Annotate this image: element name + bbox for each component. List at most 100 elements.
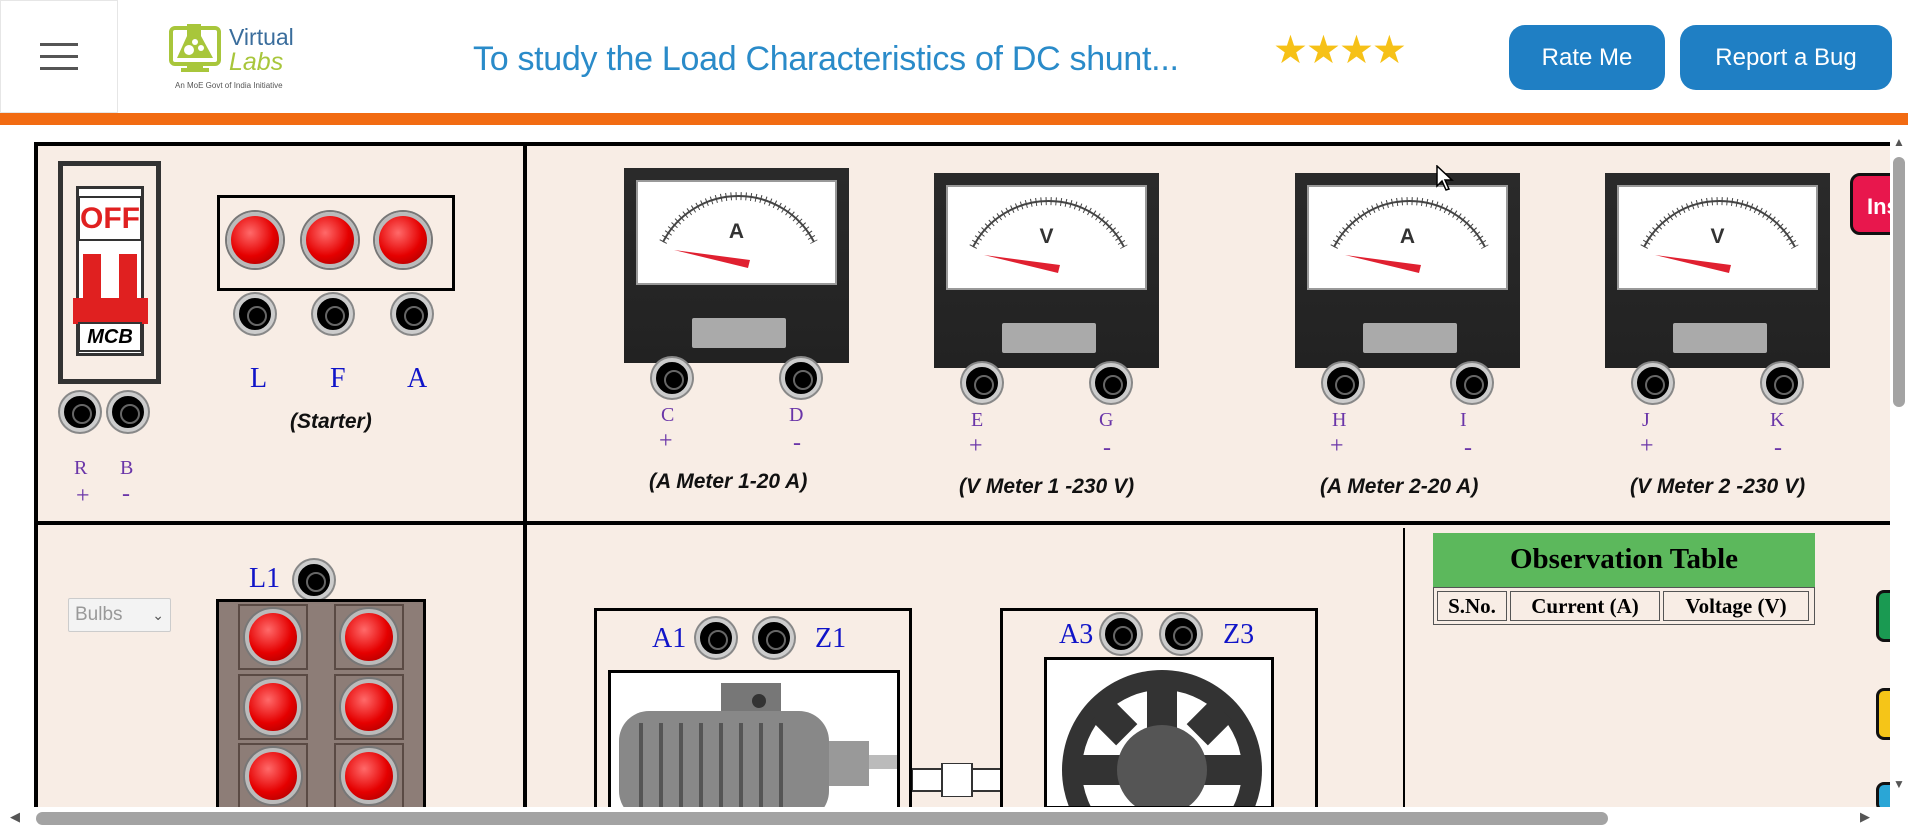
load-type-select[interactable]: Bulbs ⌄	[68, 598, 171, 632]
terminal-i[interactable]	[1452, 363, 1492, 403]
chevron-down-icon: ⌄	[152, 607, 164, 623]
terminal-a[interactable]	[392, 294, 432, 334]
star-filled-icon[interactable]: ★	[1339, 29, 1374, 72]
hamburger-menu-icon[interactable]	[0, 0, 118, 113]
terminal-label: A1	[652, 623, 687, 654]
meter-unit-label: A	[1399, 225, 1416, 248]
mcb-label: MCB	[78, 322, 142, 352]
terminal-g[interactable]	[1091, 363, 1131, 403]
mcb-lever[interactable]	[83, 254, 101, 304]
scroll-down-arrow-icon[interactable]: ▼	[1893, 777, 1905, 791]
terminal-l1[interactable]	[294, 560, 334, 600]
scroll-left-arrow-icon[interactable]: ◀	[10, 809, 20, 825]
terminal-sign: -	[1103, 435, 1111, 461]
meter-caption: (V Meter 2 -230 V)	[1630, 475, 1806, 498]
logo-tagline: An MoE Govt of India Initiative	[175, 81, 283, 90]
terminal-j[interactable]	[1633, 363, 1673, 403]
horizontal-scroll-thumb[interactable]	[36, 812, 1608, 825]
virtual-labs-logo[interactable]: Virtual Labs An MoE Govt of India Initia…	[165, 18, 305, 93]
meter-window	[1673, 323, 1767, 353]
vertical-scroll-thumb[interactable]	[1893, 157, 1905, 407]
load-bulb[interactable]	[245, 609, 301, 665]
terminal-label: E	[971, 409, 984, 431]
terminal-l[interactable]	[235, 294, 275, 334]
load-bulb[interactable]	[245, 679, 301, 735]
load-type-value: Bulbs	[75, 604, 123, 625]
mcb-state-label[interactable]: OFF	[78, 196, 142, 241]
load-bulb[interactable]	[341, 748, 397, 804]
observation-table: Observation Table S.No. Current (A) Volt…	[1433, 533, 1815, 628]
horizontal-scrollbar[interactable]: ◀ ▶	[0, 807, 1890, 830]
starter-indicator-lamp	[227, 212, 283, 268]
terminal-sign: +	[659, 428, 673, 454]
page-title: To study the Load Characteristics of DC …	[473, 40, 1179, 78]
terminal-motor-2[interactable]	[754, 618, 794, 658]
meter-window	[692, 318, 786, 348]
meter-dial: V	[1617, 185, 1818, 290]
terminal-sign: +	[1640, 433, 1654, 459]
terminal-sign: +	[76, 483, 90, 509]
terminal-c[interactable]	[652, 358, 692, 398]
terminal-label: I	[1460, 409, 1467, 431]
top-navbar: Virtual Labs An MoE Govt of India Initia…	[0, 0, 1908, 272]
rate-me-button[interactable]: Rate Me	[1509, 25, 1665, 90]
terminal-r[interactable]	[60, 392, 100, 432]
load-bulb[interactable]	[341, 609, 397, 665]
terminal-generator-2[interactable]	[1161, 614, 1201, 654]
terminal-b[interactable]	[108, 392, 148, 432]
mcb-lever[interactable]	[119, 254, 137, 304]
report-bug-button[interactable]: Report a Bug	[1680, 25, 1892, 90]
column-header: S.No.	[1437, 591, 1507, 621]
terminal-label: J	[1642, 409, 1650, 431]
terminal-label: F	[330, 363, 346, 394]
terminal-label: B	[120, 457, 134, 479]
star-filled-icon[interactable]: ★	[1273, 29, 1308, 72]
vertical-scrollbar[interactable]: ▲ ▼	[1890, 125, 1908, 830]
starter-indicator-lamp	[302, 212, 358, 268]
logo-text-labs: Labs	[229, 48, 284, 76]
voltmeter: V	[934, 173, 1159, 368]
terminal-label: R	[74, 457, 88, 479]
load-bulb[interactable]	[245, 748, 301, 804]
column-header: Current (A)	[1510, 591, 1660, 621]
terminal-h[interactable]	[1323, 363, 1363, 403]
terminal-f[interactable]	[313, 294, 353, 334]
mcb-lever-base	[73, 298, 148, 324]
terminal-label: Z3	[1223, 619, 1255, 650]
panel-divider	[1403, 528, 1405, 808]
terminal-label: Z1	[815, 623, 847, 654]
terminal-label: H	[1332, 409, 1347, 431]
star-filled-icon[interactable]: ★	[1372, 29, 1407, 72]
terminal-d[interactable]	[781, 358, 821, 398]
terminal-label: G	[1099, 409, 1114, 431]
meter-dial: A	[1307, 185, 1508, 290]
terminal-label: A	[407, 363, 428, 394]
orange-divider	[0, 113, 1908, 125]
starter-caption: (Starter)	[290, 410, 372, 433]
terminal-a1[interactable]	[696, 618, 736, 658]
meter-caption: (A Meter 1-20 A)	[649, 470, 808, 493]
rating-stars[interactable]: ★★★★☆	[1273, 29, 1415, 272]
column-header: Voltage (V)	[1663, 591, 1809, 621]
terminal-sign: -	[1774, 435, 1782, 461]
star-filled-icon[interactable]: ★	[1306, 29, 1341, 72]
terminal-a3[interactable]	[1101, 614, 1141, 654]
terminal-label: K	[1770, 409, 1785, 431]
observation-table-header-row: S.No. Current (A) Voltage (V)	[1433, 587, 1815, 625]
terminal-label: C	[661, 404, 675, 426]
meter-dial: V	[946, 185, 1147, 290]
load-bulb[interactable]	[341, 679, 397, 735]
meter-caption: (A Meter 2-20 A)	[1320, 475, 1479, 498]
meter-unit-label: V	[1710, 225, 1725, 248]
ammeter: A	[1295, 173, 1520, 368]
meter-window	[1002, 323, 1096, 353]
scroll-right-arrow-icon[interactable]: ▶	[1860, 809, 1870, 825]
meter-dial: A	[636, 180, 837, 285]
terminal-sign: -	[1464, 435, 1472, 461]
terminal-k[interactable]	[1762, 363, 1802, 403]
meter-window	[1363, 323, 1457, 353]
logo-text-virtual: Virtual	[229, 24, 294, 50]
scroll-up-arrow-icon[interactable]: ▲	[1893, 135, 1905, 149]
mouse-cursor-icon	[1436, 164, 1454, 196]
terminal-e[interactable]	[962, 363, 1002, 403]
